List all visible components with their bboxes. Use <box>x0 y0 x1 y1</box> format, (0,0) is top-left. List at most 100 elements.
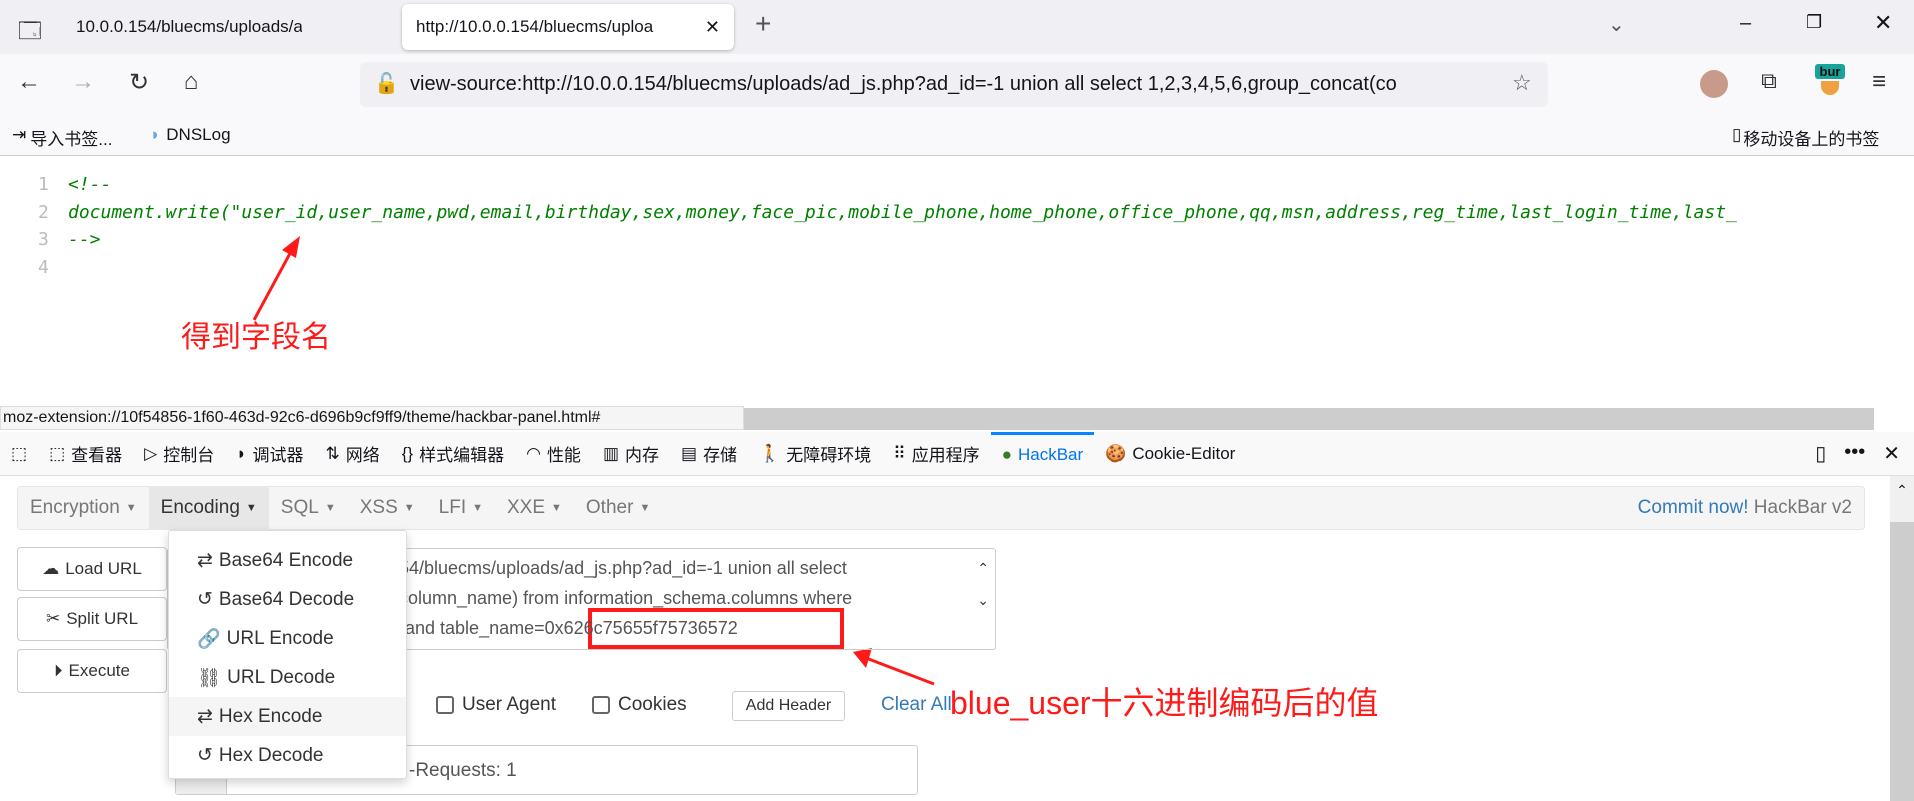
swap-icon: ⇄ <box>197 550 213 571</box>
tab-debugger[interactable]: ◗ 调试器 <box>225 432 314 476</box>
close-devtools-icon[interactable]: ✕ <box>1883 441 1900 466</box>
insecure-lock-icon[interactable]: 🔓 <box>374 71 399 96</box>
source-line: <!-- <box>68 174 112 195</box>
tab-hackbar[interactable]: ● HackBar <box>990 431 1095 476</box>
scroll-up-icon[interactable]: ⌃ <box>977 553 989 583</box>
responsive-icon[interactable]: ▯ <box>1815 441 1826 466</box>
bookmark-dnslog[interactable]: ◗ DNSLog <box>150 125 231 145</box>
horizontal-scrollbar[interactable] <box>744 408 1874 430</box>
tab-accessibility[interactable]: 🚶 无障碍环境 <box>748 432 882 476</box>
close-icon[interactable]: ✕ <box>699 17 720 38</box>
tab-cookie-editor[interactable]: 🍪 Cookie-Editor <box>1094 432 1246 476</box>
add-header-button[interactable]: Add Header <box>732 691 845 721</box>
menu-other[interactable]: Other ▼ <box>574 486 662 530</box>
status-url: moz-extension://10f54856-1f60-463d-92c6-… <box>0 406 744 430</box>
tab-label: 应用程序 <box>911 446 980 465</box>
user-agent-checkbox[interactable]: User Agent <box>436 694 556 716</box>
tab-storage[interactable]: ▤ 存储 <box>670 432 748 476</box>
load-url-button[interactable]: ☁ Load URL <box>17 547 167 591</box>
tab-1[interactable]: 10.0.0.154/bluecms/uploads/ad_✕ <box>62 4 302 50</box>
menu-xss[interactable]: XSS ▼ <box>348 486 427 530</box>
item-label: Hex Encode <box>218 705 323 727</box>
tab-application[interactable]: ⠿ 应用程序 <box>882 432 990 476</box>
home-icon[interactable]: ⌂ <box>174 68 208 96</box>
line-number: 4 <box>38 257 49 278</box>
tab-2[interactable]: http://10.0.0.154/bluecms/uploa ✕ <box>402 4 734 50</box>
chevron-down-icon[interactable]: ⌄ <box>1608 12 1625 37</box>
tab-console[interactable]: ▷ 控制台 <box>133 432 225 476</box>
url-bar[interactable]: 🔓 view-source:http://10.0.0.154/bluecms/… <box>360 62 1548 107</box>
tab-style-editor[interactable]: {} 样式编辑器 <box>391 432 515 476</box>
menu-lfi[interactable]: LFI ▼ <box>427 486 495 530</box>
menu-label: Encoding <box>160 497 240 518</box>
cookies-checkbox[interactable]: Cookies <box>592 694 687 716</box>
encoding-dropdown: ⇄ Base64 Encode ↺ Base64 Decode 🔗 URL Encod… <box>168 530 407 779</box>
menu-item-url-encode[interactable]: 🔗 URL Encode <box>169 619 406 658</box>
menu-sql[interactable]: SQL ▼ <box>269 486 348 530</box>
checkbox-label: Cookies <box>618 694 687 715</box>
tab-title: 10.0.0.154/bluecms/uploads/ad_ <box>76 17 302 36</box>
reload-icon[interactable]: ↻ <box>122 68 156 97</box>
tab-title: http://10.0.0.154/bluecms/uploa <box>416 17 654 36</box>
caret-down-icon: ▼ <box>324 502 336 514</box>
menu-item-base64-decode[interactable]: ↺ Base64 Decode <box>169 580 406 619</box>
play-icon: ⏵ <box>54 661 63 680</box>
bookmark-import[interactable]: ⇥ 导入书签... <box>12 125 112 150</box>
source-line: --> <box>68 229 101 250</box>
scroll-up-icon[interactable]: ⌃ <box>1890 476 1914 522</box>
history-icon: ↺ <box>197 589 213 610</box>
arrow-line <box>252 245 296 321</box>
mobile-bookmarks[interactable]: ▯ 移动设备上的书签 <box>1732 125 1879 150</box>
inspector-icon: ⬚ <box>49 443 66 463</box>
new-tab-icon[interactable]: + <box>755 8 771 40</box>
avatar[interactable] <box>1700 70 1728 98</box>
menu-encryption[interactable]: Encryption ▼ <box>18 486 149 530</box>
tab-list-icon[interactable]: 🗔 <box>18 14 42 52</box>
tab-performance[interactable]: ◠ 性能 <box>515 432 592 476</box>
tab-memory[interactable]: ▥ 内存 <box>592 432 670 476</box>
star-icon[interactable]: ☆ <box>1512 70 1532 96</box>
menu-encoding[interactable]: Encoding ▼ <box>148 486 269 530</box>
commit-link[interactable]: Commit now! <box>1638 497 1749 518</box>
menu-icon[interactable]: ≡ <box>1862 68 1896 96</box>
element-picker-icon[interactable]: ⬚ <box>0 432 38 476</box>
forward-icon[interactable]: → <box>66 68 100 96</box>
item-label: Base64 Encode <box>218 549 354 571</box>
menu-xxe[interactable]: XXE ▼ <box>495 486 574 530</box>
console-icon: ▷ <box>144 443 158 463</box>
checkbox[interactable] <box>592 696 610 714</box>
vertical-scrollbar[interactable]: ⌃ <box>1890 476 1914 801</box>
url-line: at(column_name) from information_schema.… <box>378 588 853 608</box>
tab-network[interactable]: ⇅ 网络 <box>314 432 390 476</box>
checkbox[interactable] <box>436 696 454 714</box>
hackbar-icon: ● <box>1001 445 1012 464</box>
extensions-icon[interactable]: ⧉ <box>1752 68 1786 94</box>
back-icon[interactable]: ← <box>12 68 46 96</box>
minimize-icon[interactable]: – <box>1740 12 1751 35</box>
annotation-field-names: 得到字段名 <box>181 321 331 354</box>
tab-label: HackBar <box>1017 445 1084 464</box>
cloud-download-icon: ☁ <box>42 559 60 578</box>
caret-down-icon: ▼ <box>472 502 483 514</box>
execute-button[interactable]: ⏵ Execute <box>17 649 167 693</box>
split-url-button[interactable]: ✂ Split URL <box>17 597 167 641</box>
scissors-icon: ✂ <box>45 609 61 628</box>
hackbar-menu: Encryption ▼ Encoding ▼ SQL ▼ XSS ▼ LFI ▼ XXE… <box>17 486 1865 530</box>
tab-inspector[interactable]: ⬚ 查看器 <box>38 432 133 476</box>
scroll-down-icon[interactable]: ⌄ <box>977 585 989 615</box>
button-label: Execute <box>68 661 130 680</box>
more-icon[interactable]: ••• <box>1844 441 1865 466</box>
clear-all-link[interactable]: Clear All <box>881 694 952 716</box>
tab-label: 样式编辑器 <box>419 446 505 465</box>
menu-item-hex-encode[interactable]: ⇄ Hex Encode <box>169 697 406 736</box>
tab-bar: 🗔 10.0.0.154/bluecms/uploads/ad_✕ http:/… <box>0 0 1914 54</box>
burp-extension-icon[interactable]: bur <box>1815 64 1845 100</box>
tab-label: 性能 <box>546 446 581 465</box>
cookie-icon: 🍪 <box>1105 443 1127 463</box>
menu-item-url-decode[interactable]: ⛓ URL Decode <box>169 658 406 697</box>
restore-icon[interactable]: ❐ <box>1806 12 1822 33</box>
window-close-icon[interactable]: ✕ <box>1874 10 1892 36</box>
item-label: URL Decode <box>227 666 336 688</box>
menu-item-hex-decode[interactable]: ↺ Hex Decode <box>169 736 406 775</box>
menu-item-base64-encode[interactable]: ⇄ Base64 Encode <box>169 541 406 580</box>
